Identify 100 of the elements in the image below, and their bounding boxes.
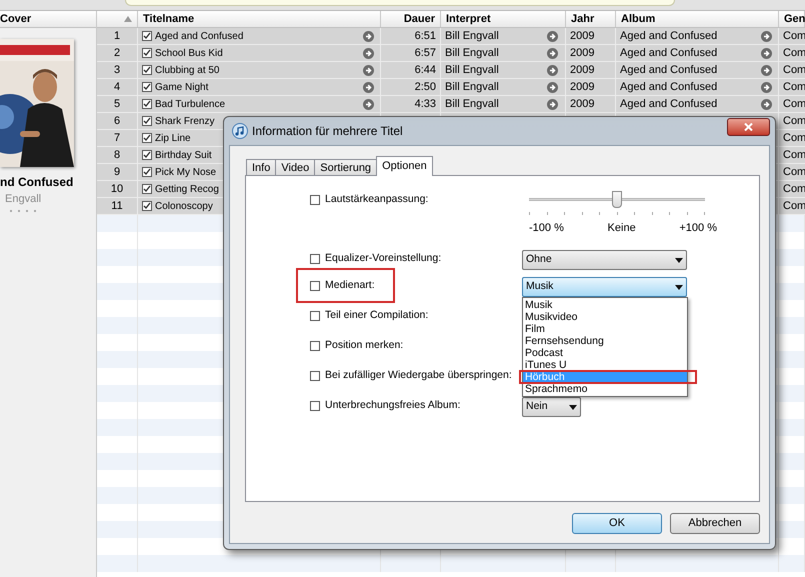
- checkbox[interactable]: [142, 167, 152, 177]
- table-cell-text: 2009: [570, 62, 594, 78]
- table-cell-text: Bad Turbulence: [155, 98, 226, 112]
- option-label: Medienart:: [325, 278, 375, 293]
- table-cell-text: 2:50: [414, 80, 436, 95]
- table-cell-text: Clubbing at 50: [155, 64, 220, 78]
- arrow-icon[interactable]: [363, 30, 374, 42]
- checkbox[interactable]: [310, 310, 320, 321]
- table-cell-text: Getting Recog: [155, 182, 219, 196]
- scale-label: Keine: [608, 221, 636, 236]
- arrow-icon[interactable]: [547, 82, 558, 92]
- caret-icon: [569, 404, 577, 410]
- arrow-icon[interactable]: [363, 98, 374, 110]
- table-cell-text: Aged and Confused: [620, 96, 718, 112]
- checkbox[interactable]: [310, 370, 320, 381]
- tab[interactable]: Video: [275, 159, 316, 176]
- dropdown-option[interactable]: Film: [523, 323, 687, 335]
- column-header[interactable]: Album: [621, 10, 656, 28]
- arrow-icon[interactable]: [547, 48, 558, 58]
- tick-mark: [529, 212, 530, 215]
- checkbox[interactable]: [142, 99, 152, 109]
- checkbox[interactable]: [142, 48, 152, 58]
- scale-label: +100 %: [679, 221, 717, 236]
- arrow-icon[interactable]: [761, 98, 772, 110]
- option-label: Equalizer-Voreinstellung:: [325, 250, 442, 266]
- dropdown-option[interactable]: iTunes U: [523, 359, 687, 371]
- checkbox[interactable]: [310, 280, 320, 291]
- table-cell-text: Aged and Confused: [620, 80, 718, 95]
- checkbox[interactable]: [310, 194, 320, 205]
- arrow-icon[interactable]: [761, 48, 772, 58]
- checkbox[interactable]: [310, 400, 320, 411]
- tab[interactable]: Sortierung: [314, 159, 378, 176]
- arrow-icon[interactable]: [363, 82, 374, 92]
- tick-mark: [599, 212, 600, 215]
- dropdown-option[interactable]: Sprachmemo: [523, 383, 687, 395]
- dropdown-option[interactable]: Podcast: [523, 347, 687, 359]
- arrow-icon[interactable]: [761, 64, 772, 76]
- album-artist: Engvall: [5, 192, 42, 207]
- track-number: 11: [111, 198, 123, 214]
- close-button[interactable]: [727, 118, 770, 136]
- checkbox[interactable]: [142, 31, 152, 41]
- table-cell-text: Zip Line: [155, 132, 191, 146]
- track-number: 5: [114, 96, 120, 112]
- arrow-icon[interactable]: [547, 64, 558, 76]
- slider-thumb[interactable]: [612, 191, 622, 208]
- column-header[interactable]: Gen: [784, 10, 805, 28]
- checkbox[interactable]: [310, 340, 320, 351]
- table-cell-text: Birthday Suit: [155, 148, 212, 162]
- dropdown[interactable]: Ohne: [522, 250, 687, 270]
- dropdown[interactable]: Nein: [522, 397, 581, 417]
- tick-mark: [669, 212, 670, 215]
- checkbox[interactable]: [310, 254, 320, 264]
- table-cell-text: 2009: [570, 28, 594, 44]
- table-cell-text: Bill Engvall: [445, 62, 499, 78]
- arrow-icon[interactable]: [363, 48, 374, 58]
- column-header[interactable]: Dauer: [404, 10, 435, 28]
- tab[interactable]: Info: [246, 159, 276, 176]
- column-header[interactable]: Cover: [0, 11, 96, 28]
- table-cell-text: 6:44: [414, 62, 436, 78]
- dropdown-value: Ohne: [526, 252, 552, 268]
- sort-arrow-icon[interactable]: [124, 16, 132, 22]
- checkbox[interactable]: [142, 116, 152, 126]
- column-header[interactable]: Jahr: [571, 10, 594, 28]
- arrow-icon[interactable]: [547, 98, 558, 110]
- table-cell-text: 2009: [570, 46, 594, 61]
- track-number: 9: [114, 164, 120, 180]
- table-cell-text: Shark Frenzy: [155, 114, 214, 128]
- arrow-icon[interactable]: [547, 30, 558, 42]
- track-number: 4: [114, 80, 120, 95]
- checkbox[interactable]: [142, 133, 152, 143]
- column-header[interactable]: Interpret: [446, 10, 491, 28]
- tab[interactable]: Optionen: [376, 156, 433, 176]
- album-title: nd Confused: [0, 174, 74, 191]
- track-number: 7: [114, 130, 120, 146]
- checkbox[interactable]: [142, 65, 152, 75]
- table-cell-text: 2009: [570, 96, 594, 112]
- table-cell-text: Colonoscopy: [155, 200, 213, 214]
- tick-mark: [564, 212, 565, 215]
- option-label: Lautstärkeanpassung:: [325, 192, 428, 207]
- dropdown-value: Nein: [526, 399, 548, 414]
- dropdown-option[interactable]: Musik: [523, 299, 687, 311]
- track-number: 1: [114, 28, 120, 44]
- checkbox[interactable]: [142, 150, 152, 160]
- dropdown-option[interactable]: Musikvideo: [523, 311, 687, 323]
- dialog-button[interactable]: Abbrechen: [670, 513, 760, 534]
- tick-mark: [704, 212, 705, 215]
- dropdown-option[interactable]: Fernsehsendung: [523, 335, 687, 347]
- dropdown[interactable]: Musik: [522, 277, 687, 297]
- checkbox[interactable]: [142, 201, 152, 211]
- arrow-icon[interactable]: [363, 64, 374, 76]
- option-label: Bei zufälliger Wiedergabe überspringen:: [325, 368, 512, 383]
- track-number: 6: [114, 114, 120, 129]
- table-cell-text: Aged and Confused: [620, 46, 718, 61]
- option-label: Position merken:: [325, 338, 404, 353]
- checkbox[interactable]: [142, 184, 152, 194]
- dialog-button[interactable]: OK: [572, 513, 662, 534]
- arrow-icon[interactable]: [761, 30, 772, 42]
- checkbox[interactable]: [142, 82, 152, 92]
- arrow-icon[interactable]: [761, 82, 772, 92]
- column-header[interactable]: Titelname: [143, 10, 194, 28]
